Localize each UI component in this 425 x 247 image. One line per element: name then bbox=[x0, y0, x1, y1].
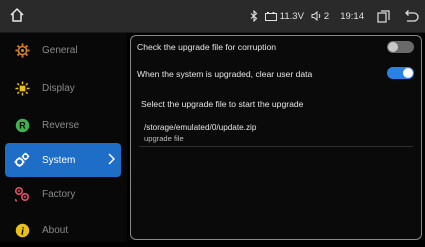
toggle-knob bbox=[403, 68, 413, 78]
chevron-right-icon bbox=[108, 153, 115, 165]
sidebar-item-factory[interactable]: Factory bbox=[5, 177, 121, 211]
sidebar-item-reverse[interactable]: R Reverse bbox=[5, 108, 121, 142]
volume-status: 2 bbox=[311, 11, 329, 22]
settings-sidebar: General Display R Reverse System Factory… bbox=[0, 33, 127, 242]
sidebar-item-system[interactable]: System bbox=[5, 143, 121, 177]
sidebar-item-label: About bbox=[42, 224, 69, 236]
upgrade-file-item[interactable]: /storage/emulated/0/update.zip upgrade f… bbox=[141, 121, 411, 145]
sidebar-item-label: Factory bbox=[42, 188, 76, 200]
clear-user-data-label: When the system is upgraded, clear user … bbox=[137, 69, 313, 79]
upgrade-file-subtitle: upgrade file bbox=[144, 134, 184, 143]
sidebar-item-label: General bbox=[42, 44, 78, 56]
cogs-icon bbox=[14, 152, 30, 168]
back-icon[interactable] bbox=[403, 9, 419, 23]
window-icon[interactable] bbox=[377, 9, 390, 23]
status-bar: 11.3V 2 19:14 bbox=[0, 0, 425, 33]
speaker-icon bbox=[311, 11, 321, 21]
home-icon[interactable] bbox=[8, 6, 26, 24]
gear-icon bbox=[14, 42, 30, 58]
sidebar-item-label: Reverse bbox=[42, 119, 80, 131]
sidebar-item-general[interactable]: General bbox=[5, 33, 121, 67]
sun-icon bbox=[14, 80, 30, 96]
upgrade-section-label: Select the upgrade file to start the upg… bbox=[141, 99, 304, 109]
sidebar-item-label: Display bbox=[42, 82, 75, 94]
r-circle-icon: R bbox=[14, 117, 30, 133]
sidebar-item-display[interactable]: Display bbox=[5, 71, 121, 105]
clock: 19:14 bbox=[340, 10, 364, 22]
divider bbox=[139, 146, 413, 147]
svg-text:R: R bbox=[19, 120, 26, 130]
status-indicators: 11.3V 2 19:14 bbox=[250, 0, 419, 32]
system-settings-panel: Check the upgrade file for corruption Wh… bbox=[130, 35, 422, 240]
corruption-check-toggle[interactable] bbox=[387, 41, 414, 53]
volume-level: 2 bbox=[323, 10, 330, 22]
info-icon: i bbox=[14, 222, 30, 238]
clear-user-data-toggle[interactable] bbox=[387, 67, 414, 79]
upgrade-file-path: /storage/emulated/0/update.zip bbox=[144, 123, 257, 132]
svg-text:i: i bbox=[21, 226, 24, 237]
toggle-knob bbox=[388, 42, 398, 52]
corruption-check-label: Check the upgrade file for corruption bbox=[137, 42, 277, 52]
battery-voltage: 11.3V bbox=[279, 10, 304, 22]
battery-status: 11.3V bbox=[264, 10, 304, 22]
factory-gears-icon bbox=[14, 186, 30, 202]
sidebar-item-label: System bbox=[42, 154, 76, 166]
battery-icon bbox=[264, 11, 277, 21]
bluetooth-icon bbox=[250, 10, 258, 22]
